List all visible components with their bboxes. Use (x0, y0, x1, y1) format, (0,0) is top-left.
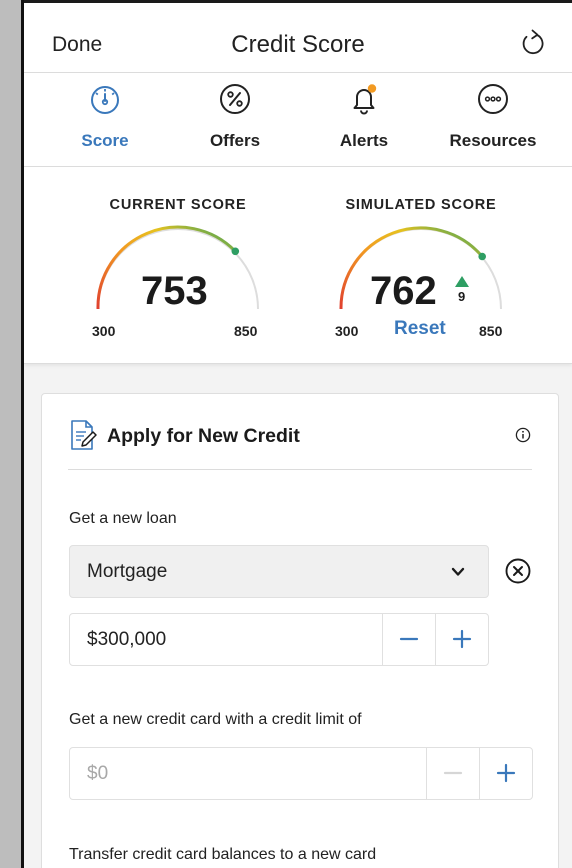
simulated-score-marker (478, 252, 486, 261)
tab-score-label: Score (81, 131, 129, 150)
plus-icon (452, 629, 472, 649)
tab-alerts[interactable]: Alerts (304, 73, 424, 166)
tab-bar: Score Offers Alerts Resources (24, 73, 572, 167)
tab-offers-label: Offers (209, 131, 261, 150)
loan-amount-input[interactable] (70, 614, 382, 665)
info-icon[interactable] (515, 427, 531, 443)
remove-loan-icon[interactable] (504, 557, 532, 585)
loan-amount-increase-button[interactable] (435, 614, 488, 665)
plus-icon (496, 763, 516, 783)
loan-type-value: Mortgage (87, 561, 168, 582)
credit-limit-input[interactable] (70, 748, 426, 799)
refresh-icon[interactable] (516, 27, 550, 61)
tab-score[interactable]: Score (45, 73, 165, 166)
more-icon (478, 84, 508, 114)
transfer-balance-label: Transfer credit card balances to a new c… (69, 846, 377, 863)
increase-arrow-icon (455, 276, 469, 287)
simulated-score-min: 300 (335, 323, 359, 339)
tab-resources-label: Resources (449, 131, 537, 150)
app-screen: Done Credit Score Score Offers Alerts Re… (24, 0, 572, 868)
tab-resources[interactable]: Resources (433, 73, 553, 166)
credit-card-limit-label: Get a new credit card with a credit limi… (69, 711, 362, 728)
credit-limit-decrease-button[interactable] (426, 748, 479, 799)
percent-icon (220, 84, 250, 114)
bell-icon (353, 84, 377, 115)
loan-amount-decrease-button[interactable] (382, 614, 435, 665)
current-score-value: 753 (141, 269, 208, 313)
navigation-bar: Done Credit Score (24, 3, 572, 73)
loan-amount-stepper (69, 613, 489, 666)
simulated-score-value: 762 (370, 269, 437, 313)
current-score-marker (231, 247, 240, 256)
document-edit-icon (71, 420, 97, 450)
card-title: Apply for New Credit (107, 425, 300, 447)
new-loan-label: Get a new loan (69, 510, 177, 527)
gauge-icon (91, 86, 119, 114)
tab-offers[interactable]: Offers (175, 73, 295, 166)
score-summary: CURRENT SCORE 753 300 850 SIMULATED SCOR… (24, 167, 572, 364)
reset-button[interactable]: Reset (394, 318, 446, 340)
minus-icon (443, 771, 463, 775)
page-title: Credit Score (231, 31, 365, 58)
current-score-heading: CURRENT SCORE (109, 197, 247, 213)
credit-limit-increase-button[interactable] (479, 748, 532, 799)
simulated-score-max: 850 (479, 323, 503, 339)
tab-alerts-label: Alerts (339, 131, 389, 150)
current-score-max: 850 (234, 323, 258, 339)
loan-type-select[interactable]: Mortgage (69, 545, 489, 598)
credit-limit-stepper (69, 747, 533, 800)
minus-icon (399, 637, 419, 641)
card-divider (68, 469, 532, 470)
apply-for-new-credit-card: Apply for New Credit Get a new loan Mort… (41, 393, 559, 868)
current-score-min: 300 (92, 323, 116, 339)
simulated-score-heading: SIMULATED SCORE (345, 197, 497, 213)
simulated-score-change: 9 (458, 289, 466, 304)
chevron-down-icon (451, 567, 465, 576)
